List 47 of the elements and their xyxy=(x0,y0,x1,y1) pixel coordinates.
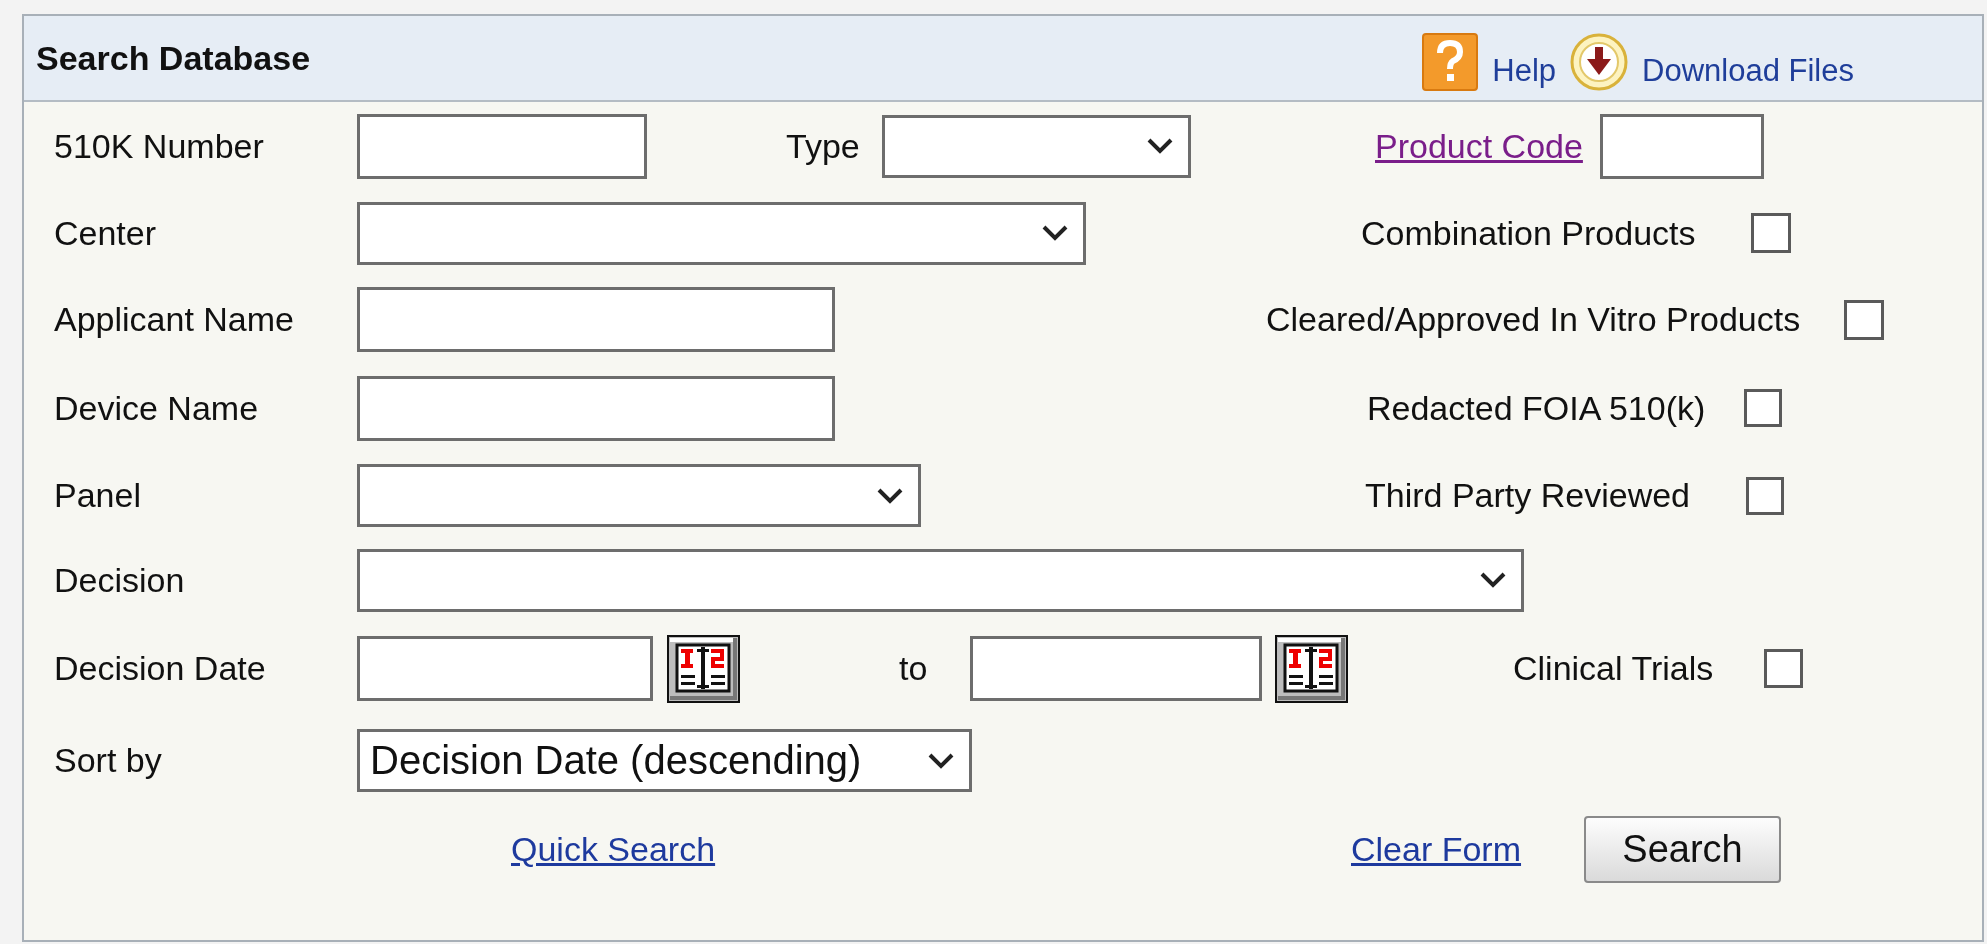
chevron-down-icon xyxy=(1479,571,1507,589)
chevron-down-icon xyxy=(1041,224,1069,242)
dropdown[interactable] xyxy=(357,464,921,527)
calendar-icon[interactable] xyxy=(1275,634,1348,703)
text-field[interactable] xyxy=(357,636,653,701)
field-label: Type xyxy=(786,126,860,166)
download-icon[interactable] xyxy=(1570,33,1629,91)
checkbox[interactable] xyxy=(1746,476,1784,515)
text-field[interactable] xyxy=(357,287,835,352)
panel-title: Search Database xyxy=(36,38,312,78)
field-label: Panel xyxy=(54,476,141,515)
dropdown[interactable] xyxy=(357,201,1086,265)
checkbox-label: Redacted FOIA 510(k) xyxy=(1367,388,1706,428)
field-label: 510K Number xyxy=(54,126,264,166)
field-label: Decision xyxy=(54,560,185,600)
checkbox-label: Clinical Trials xyxy=(1513,649,1714,688)
dropdown[interactable] xyxy=(882,114,1191,178)
field-label: to xyxy=(899,649,928,688)
checkbox-label: Third Party Reviewed xyxy=(1365,476,1690,515)
field-label: Applicant Name xyxy=(54,300,294,339)
header-link[interactable]: Download Files xyxy=(1642,53,1854,89)
chevron-down-icon xyxy=(927,751,955,770)
field-label: Sort by xyxy=(54,741,162,780)
field-label: Center xyxy=(54,213,157,253)
text-field[interactable] xyxy=(1600,113,1764,179)
checkbox[interactable] xyxy=(1751,213,1791,253)
dropdown[interactable] xyxy=(357,548,1524,612)
checkbox-label: Cleared/Approved In Vitro Products xyxy=(1266,300,1801,339)
checkbox[interactable] xyxy=(1744,389,1782,427)
header-link[interactable]: Help xyxy=(1492,53,1557,89)
link[interactable]: Quick Search xyxy=(511,829,716,869)
dropdown[interactable]: Decision Date (descending) xyxy=(357,729,972,792)
text-field[interactable] xyxy=(970,636,1262,701)
field-label: Device Name xyxy=(54,388,259,428)
text-field[interactable] xyxy=(357,375,835,441)
checkbox-label: Combination Products xyxy=(1361,213,1696,253)
checkbox[interactable] xyxy=(1764,649,1803,688)
search-button[interactable]: Search xyxy=(1584,815,1781,883)
chevron-down-icon xyxy=(876,486,904,505)
checkbox[interactable] xyxy=(1844,299,1884,340)
field-label: Decision Date xyxy=(54,649,266,688)
help-icon[interactable] xyxy=(1422,33,1479,91)
text-field[interactable] xyxy=(357,113,647,179)
link[interactable]: Product Code xyxy=(1375,126,1583,166)
chevron-down-icon xyxy=(1146,137,1174,155)
calendar-icon[interactable] xyxy=(667,634,740,703)
link[interactable]: Clear Form xyxy=(1351,829,1522,869)
